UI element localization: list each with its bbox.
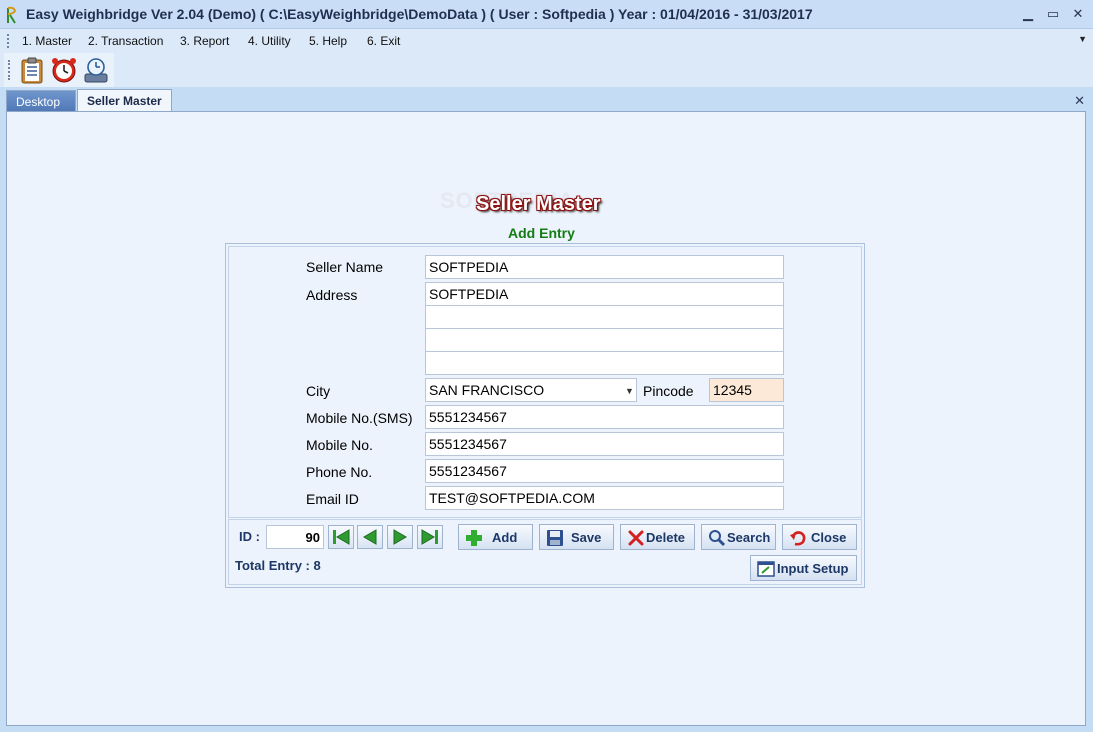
- mobile-sms-label: Mobile No.(SMS): [306, 410, 413, 426]
- clipboard-icon[interactable]: [18, 56, 46, 84]
- id-field[interactable]: 90: [266, 525, 324, 549]
- menu-overflow-icon[interactable]: ▼: [1078, 34, 1087, 44]
- menu-item-report[interactable]: 3. Report: [180, 34, 229, 48]
- delete-button-label: Delete: [646, 530, 686, 545]
- previous-icon: [363, 529, 377, 545]
- window-title: Easy Weighbridge Ver 2.04 (Demo) ( C:\Ea…: [26, 6, 813, 22]
- close-button[interactable]: Close: [782, 524, 857, 550]
- phone-input[interactable]: [425, 459, 784, 483]
- floppy-disk-icon: [547, 530, 563, 546]
- pincode-input[interactable]: [709, 378, 784, 402]
- undo-arrow-icon: [790, 531, 806, 546]
- address-line4-input[interactable]: [425, 351, 784, 375]
- tab-row: Desktop Seller Master ✕: [0, 87, 1093, 113]
- pincode-label: Pincode: [643, 383, 694, 399]
- add-button[interactable]: Add: [458, 524, 533, 550]
- save-button[interactable]: Save: [539, 524, 614, 550]
- delete-button[interactable]: Delete: [620, 524, 695, 550]
- menu-bar: 1. Master 2. Transaction 3. Report 4. Ut…: [0, 29, 1093, 53]
- add-button-label: Add: [492, 530, 518, 545]
- address-label: Address: [306, 287, 358, 303]
- search-button[interactable]: Search: [701, 524, 776, 550]
- seller-name-input[interactable]: [425, 255, 784, 279]
- tab-desktop[interactable]: Desktop: [6, 90, 76, 112]
- phone-label: Phone No.: [306, 464, 373, 480]
- mobile-sms-input[interactable]: [425, 405, 784, 429]
- app-logo-icon: [7, 6, 17, 24]
- alarm-clock-icon[interactable]: [50, 56, 78, 84]
- tab-seller-master[interactable]: Seller Master: [77, 89, 172, 113]
- search-icon: [709, 530, 726, 547]
- city-select[interactable]: [425, 378, 637, 402]
- toolbar: [0, 53, 1093, 87]
- total-entry-count: Total Entry : 8: [235, 558, 321, 573]
- address-line3-input[interactable]: [425, 328, 784, 352]
- menu-item-exit[interactable]: 6. Exit: [367, 34, 400, 48]
- chevron-down-icon[interactable]: ▼: [625, 386, 634, 396]
- mobile-label: Mobile No.: [306, 437, 373, 453]
- page-title: Seller Master: [476, 193, 601, 215]
- backup-restore-icon[interactable]: [82, 56, 110, 84]
- form-mode-label: Add Entry: [508, 225, 575, 241]
- title-bar: Easy Weighbridge Ver 2.04 (Demo) ( C:\Ea…: [0, 0, 1093, 29]
- menu-grip: [7, 34, 10, 48]
- next-icon: [393, 529, 407, 545]
- next-record-button[interactable]: [387, 525, 413, 549]
- toolbar-grip: [8, 60, 11, 80]
- window-edit-icon: [757, 561, 775, 577]
- last-record-button[interactable]: [417, 525, 443, 549]
- delete-x-icon: [628, 530, 644, 546]
- id-label: ID :: [239, 529, 260, 544]
- maximize-button[interactable]: ▭: [1041, 4, 1065, 24]
- search-button-label: Search: [727, 530, 771, 545]
- seller-name-label: Seller Name: [306, 259, 384, 275]
- toolbar-strip: [4, 53, 114, 87]
- first-record-button[interactable]: [328, 525, 354, 549]
- address-line1-input[interactable]: [425, 282, 784, 306]
- input-setup-button[interactable]: Input Setup: [750, 555, 857, 581]
- previous-record-button[interactable]: [357, 525, 383, 549]
- menu-item-utility[interactable]: 4. Utility: [248, 34, 291, 48]
- minimize-button[interactable]: ▁: [1016, 4, 1040, 24]
- first-icon: [333, 529, 350, 545]
- close-window-button[interactable]: ✕: [1066, 4, 1090, 24]
- input-setup-button-label: Input Setup: [777, 561, 849, 576]
- mobile-input[interactable]: [425, 432, 784, 456]
- address-line2-input[interactable]: [425, 305, 784, 329]
- menu-item-help[interactable]: 5. Help: [309, 34, 347, 48]
- menu-item-master[interactable]: 1. Master: [22, 34, 72, 48]
- close-tab-icon[interactable]: ✕: [1074, 93, 1085, 109]
- last-icon: [421, 529, 438, 545]
- city-label: City: [306, 383, 331, 399]
- email-input[interactable]: [425, 486, 784, 510]
- save-button-label: Save: [571, 530, 602, 545]
- close-button-label: Close: [811, 530, 847, 545]
- email-label: Email ID: [306, 491, 359, 507]
- plus-icon: [466, 530, 482, 546]
- menu-item-transaction[interactable]: 2. Transaction: [88, 34, 163, 48]
